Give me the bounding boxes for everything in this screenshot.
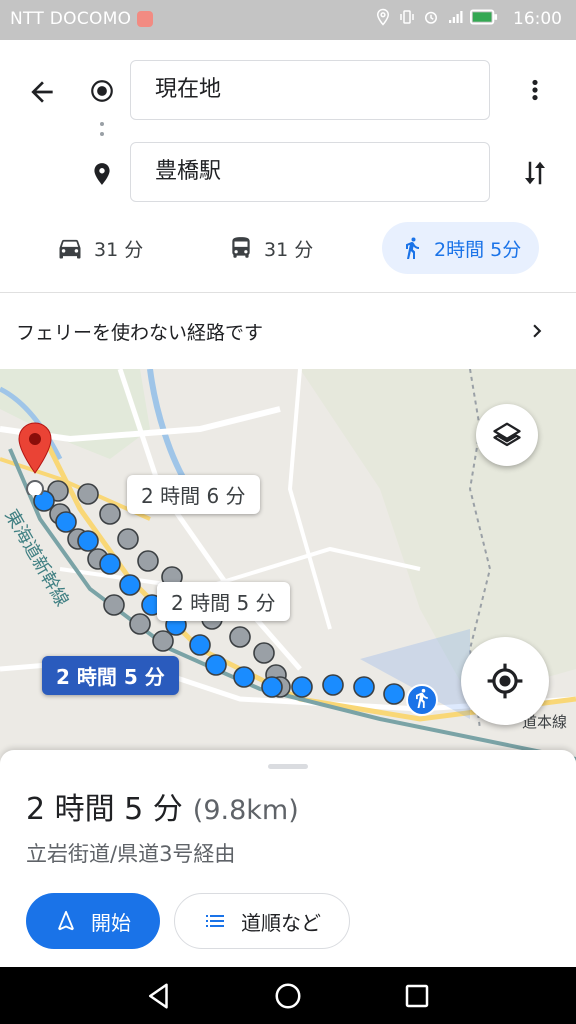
carrier-name: NTT DOCOMO	[10, 9, 132, 29]
selected-route-dot	[383, 683, 405, 705]
travel-mode-tabs: 31 分 31 分 2時間 5分	[0, 222, 576, 274]
alt-route-dot	[253, 642, 275, 664]
route-duration: 2 時間 5 分	[26, 792, 183, 827]
origin-dot-icon	[91, 80, 113, 102]
route-via: 立岩街道/県道3号経由	[26, 842, 236, 866]
origin-walk-marker-icon	[406, 684, 438, 720]
origin-field[interactable]: 現在地	[130, 60, 490, 120]
route-summary-sheet[interactable]: 2 時間 5 分 (9.8km) 立岩街道/県道3号経由 開始 道順など	[0, 750, 576, 967]
alt-route-dot	[103, 594, 125, 616]
status-icons	[374, 8, 498, 26]
selected-route-dot	[77, 530, 99, 552]
alt-route-dot	[117, 528, 139, 550]
home-circle-icon[interactable]	[273, 981, 303, 1011]
signal-icon	[449, 11, 463, 23]
system-nav-bar	[0, 967, 576, 1024]
route-duration-row: 2 時間 5 分 (9.8km)	[26, 784, 299, 828]
my-location-button[interactable]	[461, 637, 549, 725]
back-arrow-icon[interactable]	[26, 76, 58, 108]
list-icon	[206, 915, 224, 927]
transit-time: 31 分	[264, 238, 314, 261]
walking-time: 2時間 5分	[434, 238, 522, 261]
route-connector-dots	[100, 122, 104, 136]
tab-transit[interactable]: 31 分	[228, 222, 313, 274]
selected-route-dot	[119, 574, 141, 596]
driving-time: 31 分	[94, 238, 144, 261]
swap-icon[interactable]	[520, 158, 550, 188]
route-time-callout[interactable]: 2 時間 5 分	[157, 582, 290, 621]
tab-driving[interactable]: 31 分	[56, 222, 143, 274]
battery-icon	[470, 9, 498, 25]
clock: 16:00	[513, 9, 562, 29]
start-label: 開始	[91, 910, 131, 935]
navigation-arrow-icon	[58, 910, 74, 931]
sheet-drag-handle[interactable]	[268, 764, 308, 769]
alt-route-dot	[137, 550, 159, 572]
alt-route-dot	[77, 483, 99, 505]
vibrate-icon	[400, 10, 414, 24]
selected-route-dot	[55, 511, 77, 533]
more-options-icon[interactable]	[522, 74, 548, 106]
selected-route-dot	[189, 634, 211, 656]
status-bar: NTT DOCOMO 16:00	[0, 0, 576, 40]
chevron-right-icon	[533, 324, 542, 338]
location-icon	[376, 8, 390, 26]
route-notice-text: フェリーを使わない経路です	[16, 322, 264, 344]
layers-icon	[493, 422, 521, 447]
route-time-callout[interactable]: 2 時間 6 分	[127, 475, 260, 514]
route-notice[interactable]: フェリーを使わない経路です	[0, 293, 576, 369]
steps-label: 道順など	[241, 910, 321, 935]
my-location-icon	[487, 663, 523, 699]
selected-route-dot	[291, 676, 313, 698]
selected-route-time-callout[interactable]: 2 時間 5 分	[42, 656, 179, 695]
alarm-icon	[425, 11, 437, 24]
alt-route-dot	[129, 613, 151, 635]
destination-marker-icon	[16, 421, 54, 499]
destination-pin-icon	[94, 163, 110, 185]
steps-button[interactable]: 道順など	[174, 893, 350, 949]
bus-icon	[232, 237, 250, 258]
tab-walking[interactable]: 2時間 5分	[382, 222, 540, 274]
destination-field[interactable]: 豊橋駅	[130, 142, 490, 202]
selected-route-dot	[233, 666, 255, 688]
directions-header: 現在地 豊橋駅 31 分 31 分 2時間 5分	[0, 40, 576, 292]
alt-route-dot	[152, 630, 174, 652]
notification-icon	[137, 11, 153, 27]
layers-button[interactable]	[476, 404, 538, 466]
back-triangle-icon[interactable]	[144, 981, 174, 1011]
selected-route-dot	[99, 553, 121, 575]
alt-route-dot	[99, 503, 121, 525]
car-icon	[59, 239, 81, 259]
map-view[interactable]: 東海道新幹線 道本線 2 時間 6 分 2 時間 5 分 2 時間 5 分	[0, 369, 576, 769]
walk-icon	[406, 237, 419, 259]
route-distance: (9.8km)	[192, 795, 299, 826]
alt-route-dot	[229, 626, 251, 648]
selected-route-dot	[261, 676, 283, 698]
recents-square-icon[interactable]	[402, 981, 432, 1011]
selected-route-dot	[353, 676, 375, 698]
start-navigation-button[interactable]: 開始	[26, 893, 160, 949]
selected-route-dot	[205, 654, 227, 676]
selected-route-dot	[322, 674, 344, 696]
